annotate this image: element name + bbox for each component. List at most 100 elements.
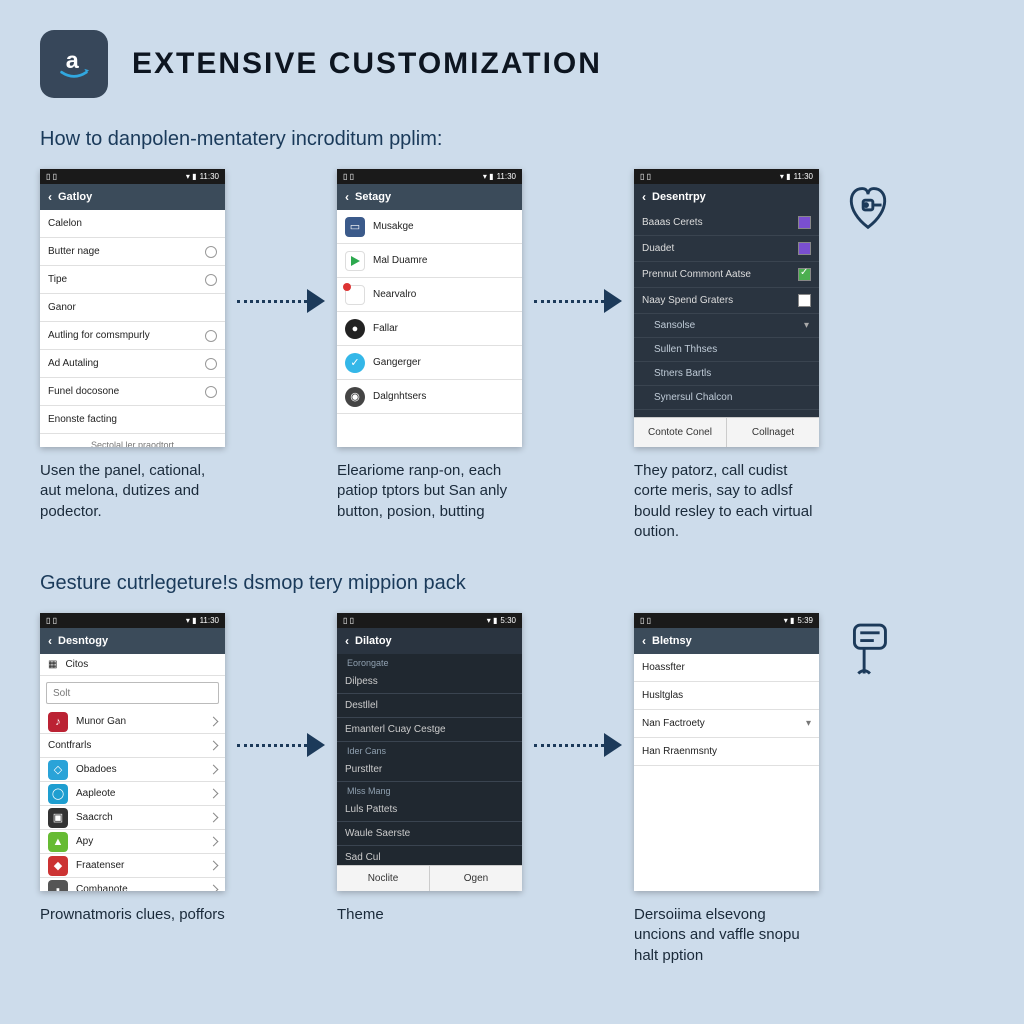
chevron-down-icon: ▾: [806, 718, 811, 729]
list-item: Calelon: [48, 218, 82, 229]
page-title: EXTENSIVE CUSTOMIZATION: [132, 47, 602, 81]
list-item: Funel docosone: [48, 386, 119, 397]
app-icon: ◆: [48, 856, 68, 876]
list-item: Hoassfter: [642, 662, 685, 673]
list-item: Obadoes: [76, 764, 117, 775]
footnote: Sectolal ler praodtort: [40, 434, 225, 447]
app-icon: ♪: [48, 712, 68, 732]
list-item: Ad Autaling: [48, 358, 99, 369]
record-icon: ◉: [345, 387, 365, 407]
chevron-right-icon: [209, 861, 219, 871]
list-item: Prennut Commont Aatse: [642, 269, 751, 280]
arrow-icon: [528, 733, 628, 757]
list-item: Dalgnhtsers: [373, 391, 426, 402]
sub-item: Stners Bartls: [654, 368, 711, 379]
list-item: Nearvalro: [373, 289, 416, 300]
chevron-right-icon: [209, 717, 219, 727]
check-circle-icon: ✓: [345, 353, 365, 373]
chevron-right-icon: [209, 813, 219, 823]
footer-button: Noclite: [337, 866, 430, 891]
list-item: Apy: [76, 836, 93, 847]
app-icon: ▣: [48, 808, 68, 828]
chevron-right-icon: [209, 789, 219, 799]
list-item: Duadet: [642, 243, 674, 254]
list-item: Aapleote: [76, 788, 115, 799]
list-item: Waule Saerste: [345, 828, 410, 839]
category-label: Citos: [65, 659, 88, 670]
app-icon: ◯: [48, 784, 68, 804]
heart-plug-icon: [837, 175, 899, 242]
radio-icon: [205, 358, 217, 370]
step-caption: Dersoiima elsevong uncions and vaffle sn…: [634, 905, 819, 966]
amazon-logo-icon: a: [40, 30, 108, 98]
back-icon: ‹: [345, 190, 349, 204]
list-item: Autling for comsmpurly: [48, 330, 150, 341]
list-item: Tipe: [48, 274, 67, 285]
svg-text:a: a: [66, 47, 80, 73]
sub-item: Synersul Chalcon: [654, 392, 732, 403]
step-caption: Theme: [337, 905, 522, 925]
radio-icon: [205, 330, 217, 342]
step-caption: Eleariome ranp-on, each patiop tptors bu…: [337, 461, 522, 522]
play-icon: [345, 251, 365, 271]
search-input: Solt: [46, 682, 219, 704]
checkbox-checked-icon: [798, 268, 811, 281]
arrow-icon: [528, 289, 628, 313]
arrow-icon: [231, 289, 331, 313]
checkbox-icon: [798, 294, 811, 307]
footer-button: Contote Conel: [634, 418, 727, 447]
radio-icon: [205, 274, 217, 286]
list-item: Naay Spend Graters: [642, 295, 733, 306]
section-1-title: How to danpolen-mentatery incroditum ppl…: [40, 128, 984, 151]
sub-item: Sullen Thhses: [654, 344, 717, 355]
list-item: Ganor: [48, 302, 76, 313]
screen-title: Desntogy: [58, 635, 108, 647]
phone-mock-4: ▯ ▯▾ ▮ 11:30 ‹Desntogy ▦ Citos Solt ♪Mun…: [40, 613, 225, 891]
list-item: Husltglas: [642, 690, 683, 701]
list-item: Butter nage: [48, 246, 100, 257]
app-icon: ▪: [48, 880, 68, 892]
back-icon: ‹: [642, 634, 646, 648]
phone-mock-5: ▯ ▯▾ ▮ 5:30 ‹Dilatoy Eorongate Dilpess D…: [337, 613, 522, 891]
back-icon: ‹: [48, 190, 52, 204]
back-icon: ‹: [48, 634, 52, 648]
back-icon: ‹: [642, 190, 646, 204]
chevron-right-icon: [209, 741, 219, 751]
phone-mock-2: ▯ ▯▾ ▮ 11:30 ‹Setagy ▭Musakge Mal Duamre…: [337, 169, 522, 447]
section-label: Mlss Mang: [337, 782, 522, 798]
checkbox-icon: [798, 242, 811, 255]
footer-button: Ogen: [430, 866, 522, 891]
checkbox-icon: [798, 216, 811, 229]
footer-button: Collnaget: [727, 418, 819, 447]
list-item: Enonste facting: [48, 414, 117, 425]
arrow-icon: [231, 733, 331, 757]
list-item: Dilpess: [345, 676, 378, 687]
step-caption: Usen the panel, cational, aut melona, du…: [40, 461, 225, 522]
chevron-right-icon: [209, 837, 219, 847]
section-label: Eorongate: [337, 654, 522, 670]
phone-mock-3: ▯ ▯▾ ▮ 11:30 ‹Desentrpy Baaas Cerets Dua…: [634, 169, 819, 447]
calendar-icon: ▦: [345, 285, 365, 305]
list-item: Saacrch: [76, 812, 113, 823]
screen-title: Dilatoy: [355, 635, 392, 647]
list-item: Nan Factroety: [642, 718, 705, 729]
list-item: Gangerger: [373, 357, 421, 368]
app-icon: ▭: [345, 217, 365, 237]
radio-icon: [205, 246, 217, 258]
chevron-right-icon: [209, 765, 219, 775]
list-item: Munor Gan: [76, 716, 126, 727]
list-item: Purstlter: [345, 764, 382, 775]
back-icon: ‹: [345, 634, 349, 648]
list-item: Emanterl Cuay Cestge: [345, 724, 446, 735]
list-item: Destllel: [345, 700, 378, 711]
screen-title: Setagy: [355, 191, 391, 203]
list-item: Han Rraenmsnty: [642, 746, 717, 757]
list-item: Mal Duamre: [373, 255, 427, 266]
phone-mock-1: ▯ ▯▾ ▮ 11:30 ‹Gatloy Calelon Butter nage…: [40, 169, 225, 447]
list-item: Luls Pattets: [345, 804, 397, 815]
person-icon: ●: [345, 319, 365, 339]
step-caption: They patorz, call cudist corte meris, sa…: [634, 461, 819, 542]
app-icon: ▲: [48, 832, 68, 852]
app-icon: ◇: [48, 760, 68, 780]
sub-item: Sansolse: [654, 320, 695, 331]
